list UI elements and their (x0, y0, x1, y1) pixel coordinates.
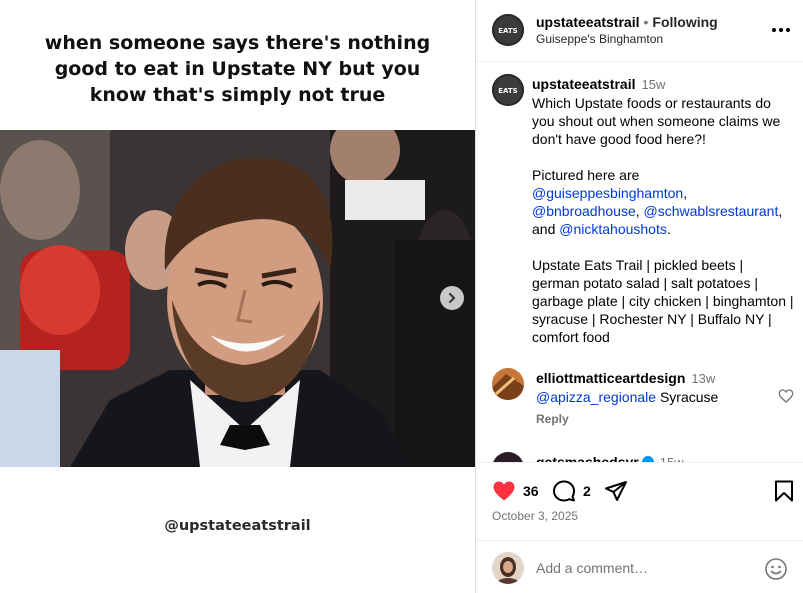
post-location[interactable]: Guiseppe's Binghamton (536, 32, 663, 46)
following-button[interactable]: Following (652, 14, 717, 30)
author-username[interactable]: upstateeatstrail (536, 14, 639, 30)
profile-photo-icon (492, 552, 524, 584)
author-line: upstateeatstrail • Following (536, 14, 718, 30)
logo-text: EATS (498, 87, 517, 95)
commenter-avatar[interactable] (492, 368, 524, 400)
meme-caption: when someone says there's nothing good t… (44, 32, 431, 106)
mention-link[interactable]: @nicktahoushots (559, 221, 667, 237)
mention-link[interactable]: @apizza_regionale (536, 389, 656, 405)
author-avatar[interactable]: EATS (492, 14, 524, 46)
mention-link[interactable]: @bnbroadhouse (532, 203, 636, 219)
comment-username[interactable]: elliottmatticeartdesign (536, 370, 685, 386)
comment-bubble-icon (553, 480, 575, 502)
share-button[interactable] (604, 479, 628, 503)
caption-username[interactable]: upstateeatstrail (532, 76, 635, 92)
caption-pictured: Pictured here are @guiseppesbinghamton, … (532, 167, 783, 237)
separator-dot: • (643, 14, 649, 30)
post-photo[interactable] (0, 130, 475, 467)
logo-text: EATS (498, 27, 517, 35)
paper-plane-icon (605, 481, 627, 501)
like-count[interactable]: 36 (523, 483, 539, 499)
more-dot-icon (772, 28, 776, 32)
comment-count: 2 (583, 483, 591, 499)
photo-illustration (0, 130, 475, 467)
comment-item: elliottmatticeartdesign 13w @apizza_regio… (536, 369, 756, 406)
comment-text: Syracuse (659, 389, 719, 405)
like-button[interactable]: 36 (492, 479, 539, 503)
emoji-icon[interactable] (764, 557, 788, 581)
comment-item: getsmashedsyr 15w (536, 453, 684, 462)
save-button[interactable] (772, 479, 796, 503)
caption-time[interactable]: 15w (641, 77, 665, 92)
comment-button[interactable]: 2 (552, 479, 591, 503)
caption-avatar[interactable]: EATS (492, 74, 524, 106)
post-media: when someone says there's nothing good t… (0, 0, 475, 593)
comments-section[interactable]: EATS upstateeatstrail 15w Which Upstate f… (476, 62, 803, 462)
post-panel: EATS upstateeatstrail • Following Guiseppe… (475, 0, 803, 593)
art-avatar-icon (492, 368, 524, 400)
mention-link[interactable]: @guiseppesbinghamton (532, 185, 683, 201)
brand-logo-icon: EATS (492, 74, 524, 106)
reply-button[interactable]: Reply (536, 412, 569, 426)
post-actions: 36 2 October 3, 2025 (476, 462, 803, 548)
comment-composer (476, 540, 803, 593)
more-dot-icon (786, 28, 790, 32)
post-caption: upstateeatstrail 15w Which Upstate foods … (532, 75, 794, 346)
bookmark-icon (775, 480, 793, 502)
caption-tags: Upstate Eats Trail | pickled beets | ger… (532, 257, 794, 345)
heart-filled-icon (493, 481, 515, 501)
next-image-button[interactable] (440, 286, 464, 310)
comment-username[interactable]: getsmashedsyr (536, 454, 639, 462)
mention-link[interactable]: @schwablsrestaurant (644, 203, 779, 219)
media-watermark: @upstateeatstrail (164, 518, 311, 534)
caption-question: Which Upstate foods or restaurants do yo… (532, 95, 781, 147)
post-header: EATS upstateeatstrail • Following Guiseppe… (476, 0, 803, 62)
chevron-right-icon (449, 293, 456, 303)
more-options-button[interactable] (772, 22, 796, 38)
current-user-avatar[interactable] (492, 552, 524, 584)
post-date[interactable]: October 3, 2025 (492, 509, 578, 523)
comment-time[interactable]: 15w (660, 455, 684, 462)
comment-time[interactable]: 13w (691, 371, 715, 386)
comment-like-icon[interactable] (778, 388, 794, 404)
more-dot-icon (779, 28, 783, 32)
comment-input[interactable] (536, 557, 756, 579)
pictured-intro: Pictured here are (532, 167, 640, 183)
commenter-avatar[interactable] (492, 452, 524, 462)
brand-logo-icon: EATS (492, 14, 524, 46)
